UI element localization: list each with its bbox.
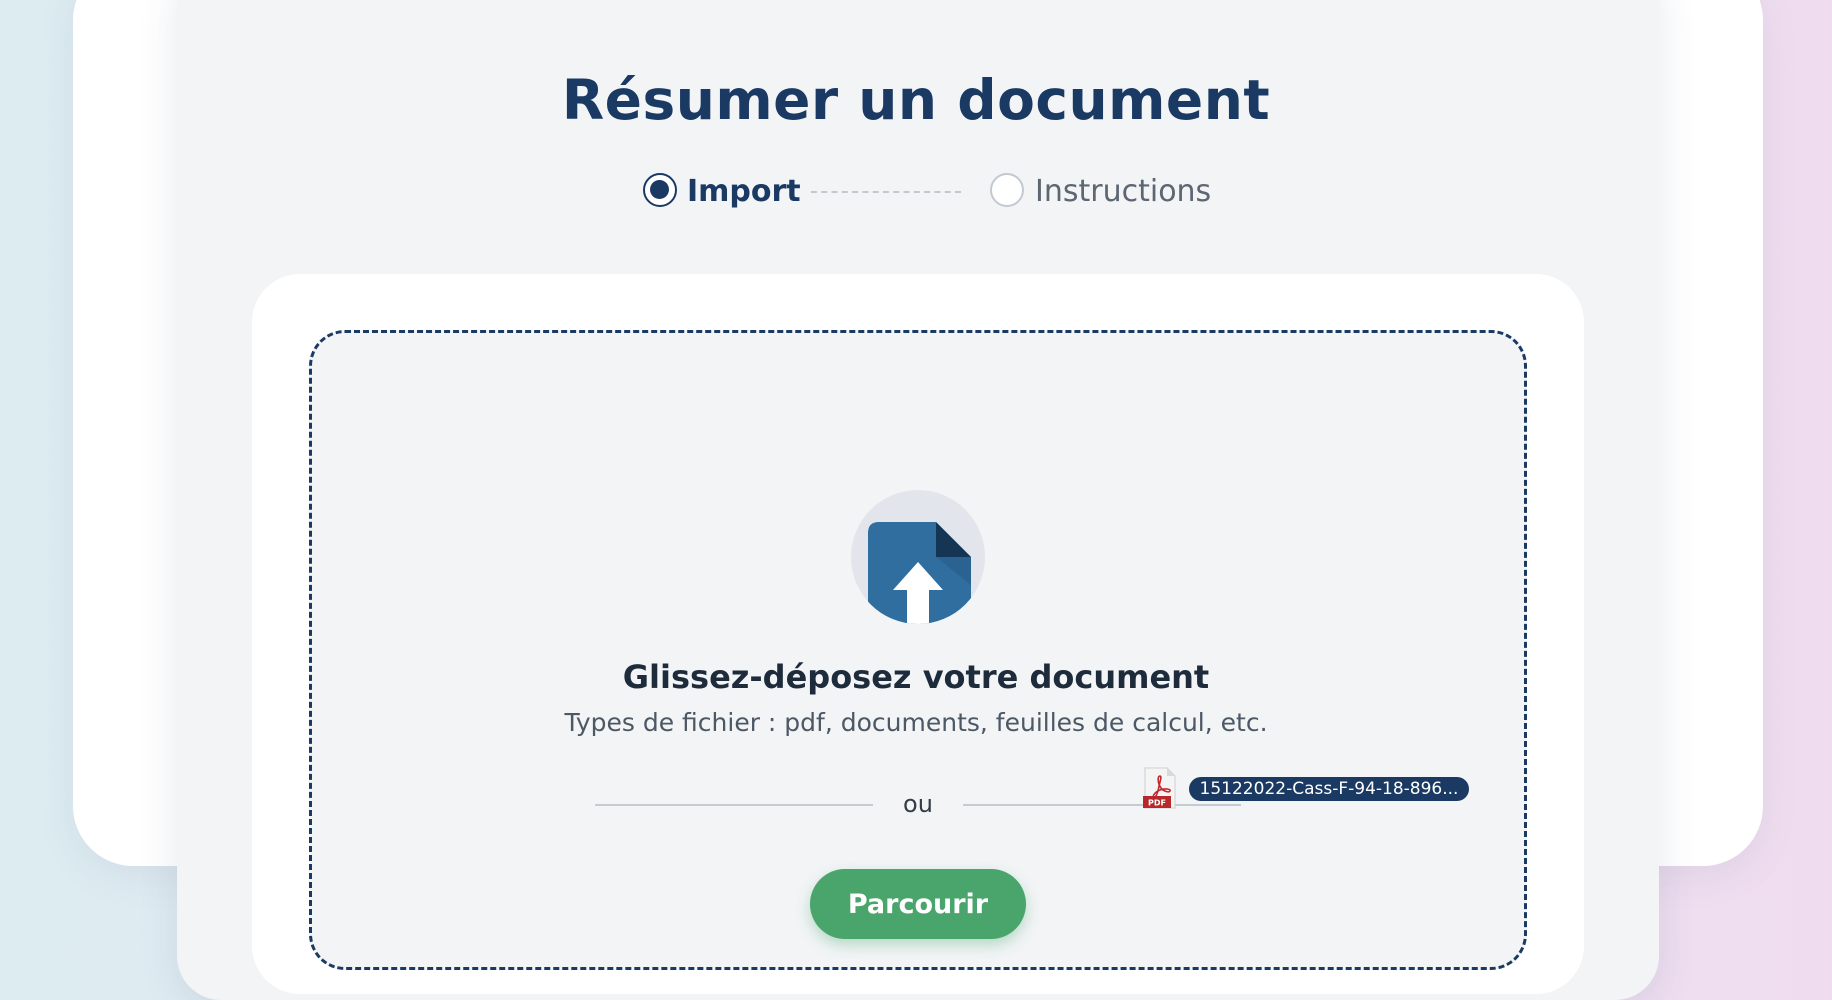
pdf-icon-text: PDF xyxy=(1148,799,1166,808)
pdf-file-icon: PDF xyxy=(1143,767,1176,809)
or-separator: ou xyxy=(903,790,933,818)
dropzone-title: Glissez-déposez votre document xyxy=(622,658,1210,696)
file-upload-icon xyxy=(851,490,985,624)
page-title: Résumer un document xyxy=(561,68,1271,132)
step-connector xyxy=(811,191,961,193)
stepper: Import Instructions xyxy=(0,170,1832,216)
dragged-file-name: 15122022-Cass-F-94-18-896... xyxy=(1189,777,1469,801)
step-import-label[interactable]: Import xyxy=(687,173,801,211)
dropzone-subtitle: Types de fichier : pdf, documents, feuil… xyxy=(564,708,1268,737)
step-import-radio[interactable] xyxy=(643,173,677,207)
step-instructions-radio[interactable] xyxy=(990,173,1024,207)
step-instructions-label[interactable]: Instructions xyxy=(1035,173,1211,211)
browse-button[interactable]: Parcourir xyxy=(810,869,1026,939)
divider-left xyxy=(595,804,873,806)
dragged-file[interactable]: PDF 15122022-Cass-F-94-18-896... xyxy=(1143,766,1473,810)
